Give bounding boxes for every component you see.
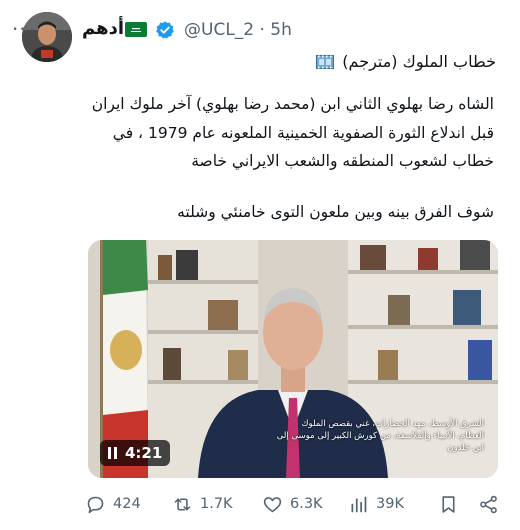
video-pause-duration-button[interactable]: 4:21	[100, 440, 171, 466]
tweet-text-line-2: قبل اندلاع الثورة الصفوية الخمينية الملع…	[112, 124, 494, 142]
like-count: 6.3K	[290, 496, 323, 512]
avatar[interactable]	[22, 12, 72, 62]
like-button[interactable]: 6.3K	[262, 490, 323, 518]
repost-count: 1.7K	[200, 496, 233, 512]
views-chart-icon	[351, 496, 367, 512]
film-frames-icon	[316, 54, 335, 69]
repost-button[interactable]: 1.7K	[172, 490, 233, 518]
views-button[interactable]: 39K	[348, 490, 404, 518]
reply-icon	[87, 496, 104, 513]
share-button[interactable]	[478, 490, 499, 518]
video-player[interactable]: الشرق الأوسط، مهد الحضارات، غني بقصص الم…	[88, 240, 498, 478]
share-icon	[480, 495, 497, 513]
tweet: ··· أدهم @UCL_2 · 5h خطاب ا	[0, 0, 520, 530]
pause-icon	[108, 447, 117, 459]
tweet-text-line-1: الشاه رضا بهلوي الثاني ابن (محمد رضا بهل…	[91, 95, 494, 113]
bookmark-button[interactable]	[438, 490, 459, 518]
views-count: 39K	[376, 496, 404, 512]
reply-count: 424	[113, 496, 141, 512]
tweet-actions: 424 1.7K 6.3K 39K	[0, 490, 520, 522]
saudi-flag-icon	[125, 22, 147, 37]
video-duration: 4:21	[125, 444, 163, 462]
handle-and-time[interactable]: @UCL_2 · 5h	[184, 20, 292, 40]
tweet-title: خطاب الملوك (مترجم)	[342, 52, 496, 71]
avatar-image	[22, 12, 72, 62]
tweet-text-line-3: خطاب لشعوب المنطقه والشعب الايراني خاصة	[191, 152, 494, 170]
bookmark-icon	[442, 495, 455, 513]
verified-badge-icon	[156, 21, 174, 39]
tweet-text-line-4: شوف الفرق بينه وبين ملعون التوى خامنئي و…	[177, 203, 494, 221]
reply-button[interactable]: 424	[85, 490, 141, 518]
repost-icon	[174, 497, 191, 511]
video-subtitle: الشرق الأوسط، مهد الحضارات، غني بقصص الم…	[276, 419, 484, 453]
tweet-title-line: خطاب الملوك (مترجم)	[316, 52, 496, 71]
tweet-header: ··· أدهم @UCL_2 · 5h	[0, 12, 520, 62]
heart-icon	[263, 496, 282, 512]
display-name[interactable]: أدهم	[82, 18, 124, 39]
